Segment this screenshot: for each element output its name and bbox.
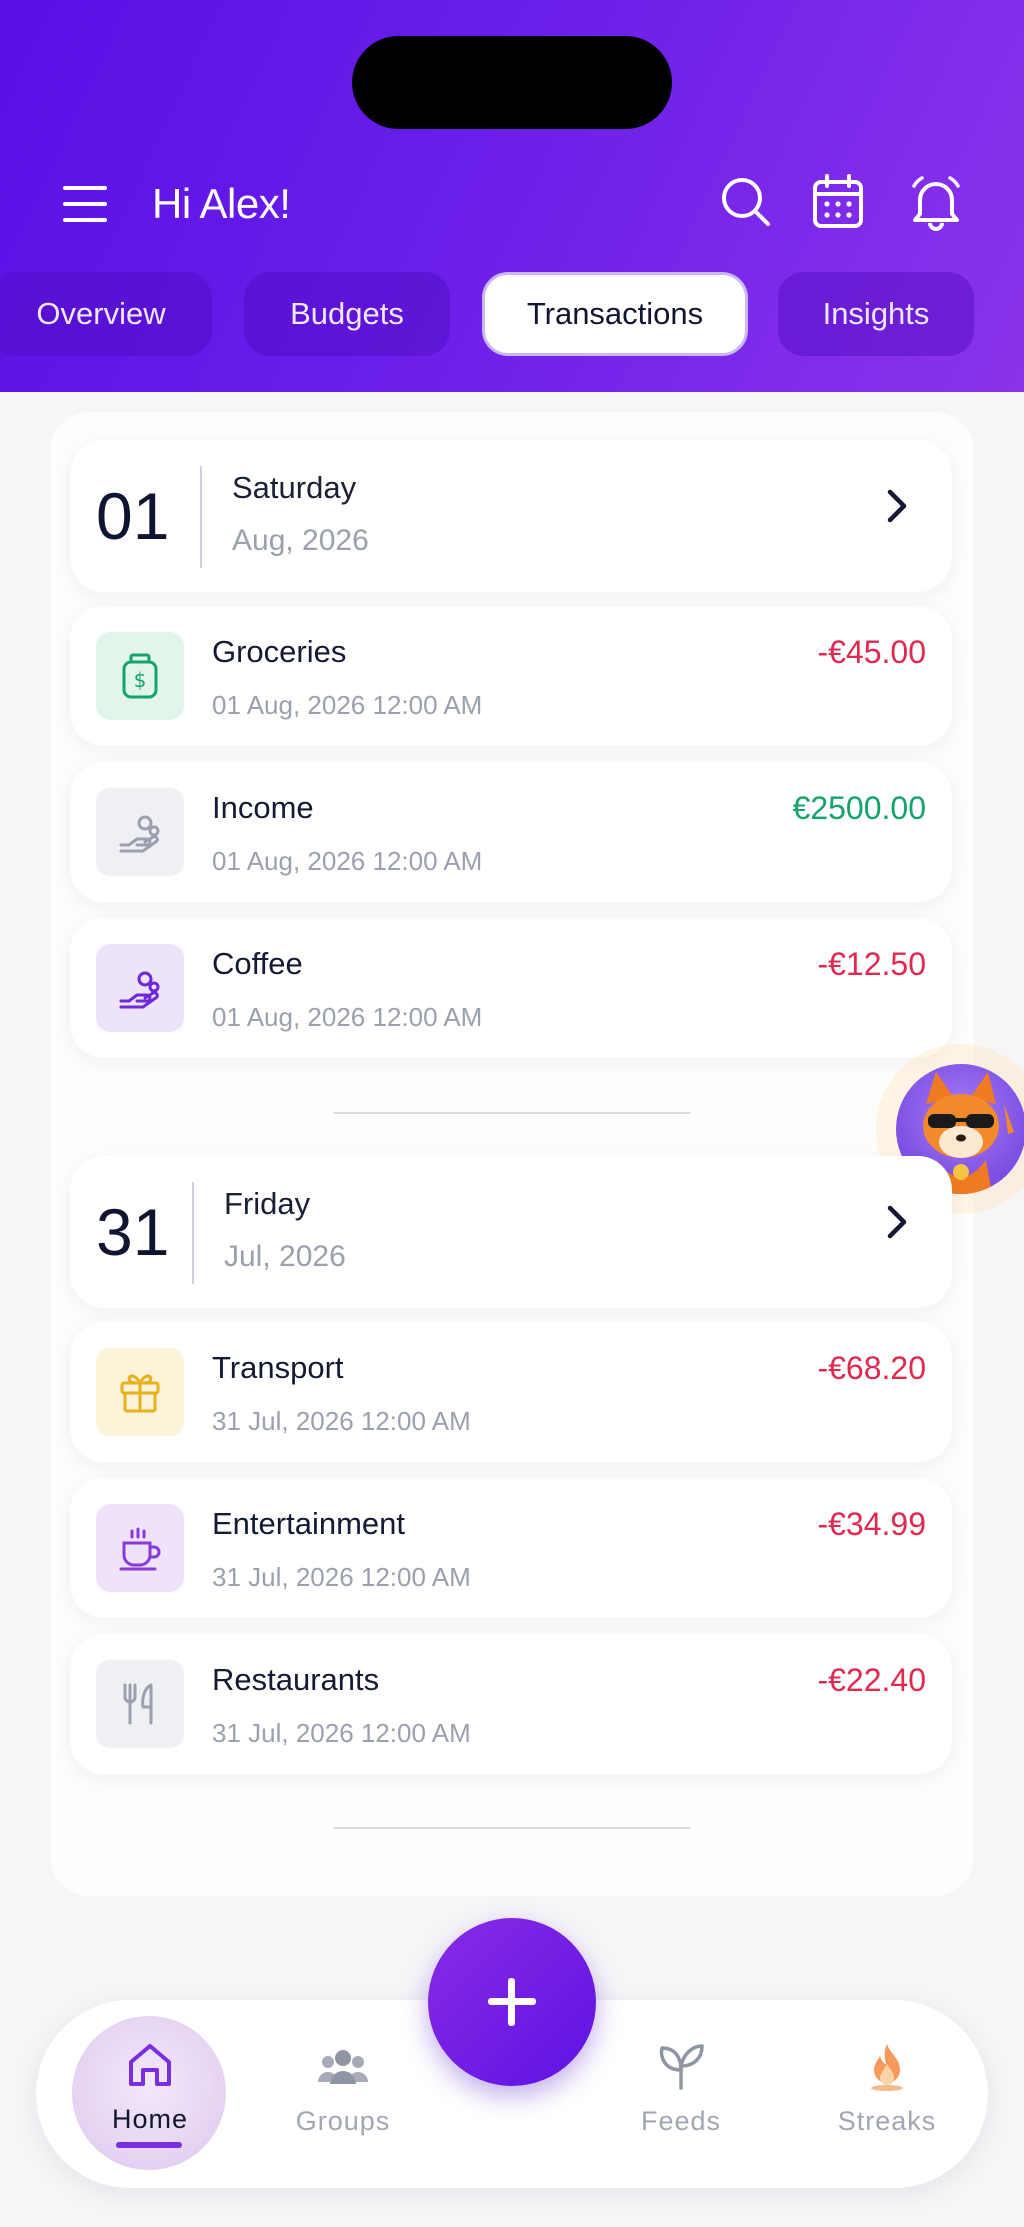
transaction-amount: -€22.40	[817, 1662, 926, 1698]
month-year-label: Jul, 2026	[224, 1240, 346, 1273]
nav-streaks-label: Streaks	[837, 2106, 937, 2136]
transaction-date: 01 Aug, 2026 12:00 AM	[212, 690, 483, 720]
chevron-right-icon[interactable]	[882, 1200, 912, 1244]
leaf-icon	[659, 2044, 704, 2090]
transaction-amount: -€12.50	[817, 946, 926, 982]
transaction-row[interactable]: Restaurants 31 Jul, 2026 12:00 AM -€22.4…	[70, 1634, 952, 1774]
transaction-title: Coffee	[212, 946, 303, 981]
date-header-card[interactable]: 01 Saturday Aug, 2026	[70, 440, 952, 592]
transaction-title: Restaurants	[212, 1662, 380, 1697]
calendar-icon[interactable]	[808, 172, 868, 232]
transaction-date: 01 Aug, 2026 12:00 AM	[212, 846, 483, 876]
add-transaction-button[interactable]	[428, 1918, 596, 2086]
chevron-right-icon[interactable]	[882, 484, 912, 528]
transaction-date: 31 Jul, 2026 12:00 AM	[212, 1718, 471, 1748]
money-bag-icon: $	[96, 632, 184, 720]
transaction-row[interactable]: Coffee 01 Aug, 2026 12:00 AM -€12.50	[70, 918, 952, 1058]
transaction-amount: -€34.99	[817, 1506, 926, 1542]
flame-icon	[871, 2044, 903, 2091]
hand-coins-icon	[96, 788, 184, 876]
fork-knife-icon	[96, 1660, 184, 1748]
nav-home-label: Home	[111, 2104, 189, 2134]
day-number: 31	[96, 1195, 170, 1269]
nav-feeds-label: Feeds	[640, 2106, 722, 2136]
nav-home[interactable]: Home	[50, 2000, 250, 2188]
group-divider	[334, 1112, 690, 1114]
tab-budgets[interactable]: Budgets	[244, 272, 450, 356]
transaction-row[interactable]: $ Groceries 01 Aug, 2026 12:00 AM -€45.0…	[70, 606, 952, 746]
svg-text:$: $	[134, 668, 147, 692]
weekday-label: Friday	[224, 1186, 311, 1221]
date-header-card[interactable]: 31 Friday Jul, 2026	[70, 1156, 952, 1308]
weekday-label: Saturday	[232, 470, 357, 505]
transaction-date: 31 Jul, 2026 12:00 AM	[212, 1406, 471, 1436]
nav-feeds[interactable]: Feeds	[596, 2000, 766, 2188]
transaction-title: Groceries	[212, 634, 347, 669]
active-indicator	[116, 2142, 182, 2148]
transaction-amount: -€68.20	[817, 1350, 926, 1386]
transaction-amount: €2500.00	[792, 790, 926, 826]
transaction-row[interactable]: Entertainment 31 Jul, 2026 12:00 AM -€34…	[70, 1478, 952, 1618]
date-separator	[200, 466, 202, 568]
tab-overview[interactable]: Overview	[0, 272, 212, 356]
menu-icon[interactable]	[60, 184, 112, 224]
month-year-label: Aug, 2026	[232, 524, 369, 557]
users-icon	[318, 2050, 368, 2084]
app-header: Hi Alex! Overview Budgets Transactions I…	[0, 0, 1024, 392]
transaction-date: 01 Aug, 2026 12:00 AM	[212, 1002, 483, 1032]
transaction-row[interactable]: Income 01 Aug, 2026 12:00 AM €2500.00	[70, 762, 952, 902]
transaction-date: 31 Jul, 2026 12:00 AM	[212, 1562, 471, 1592]
transaction-title: Income	[212, 790, 314, 825]
hand-coins-icon	[96, 944, 184, 1032]
transaction-row[interactable]: Transport 31 Jul, 2026 12:00 AM -€68.20	[70, 1322, 952, 1462]
section-tabs: Overview Budgets Transactions Insights	[0, 272, 1024, 360]
nav-groups[interactable]: Groups	[258, 2000, 428, 2188]
nav-streaks[interactable]: Streaks	[802, 2000, 972, 2188]
gift-icon	[96, 1348, 184, 1436]
device-notch	[352, 36, 672, 129]
transaction-title: Entertainment	[212, 1506, 405, 1541]
home-icon	[129, 2044, 171, 2086]
tab-transactions[interactable]: Transactions	[482, 272, 748, 356]
transaction-amount: -€45.00	[817, 634, 926, 670]
date-separator	[192, 1182, 194, 1284]
coffee-cup-icon	[96, 1504, 184, 1592]
day-number: 01	[96, 479, 170, 553]
bell-icon[interactable]	[906, 172, 966, 232]
group-divider	[334, 1827, 690, 1829]
greeting-title: Hi Alex!	[152, 180, 291, 227]
nav-groups-label: Groups	[295, 2106, 391, 2136]
transaction-title: Transport	[212, 1350, 344, 1385]
tab-insights[interactable]: Insights	[778, 272, 974, 356]
search-icon[interactable]	[716, 172, 776, 232]
